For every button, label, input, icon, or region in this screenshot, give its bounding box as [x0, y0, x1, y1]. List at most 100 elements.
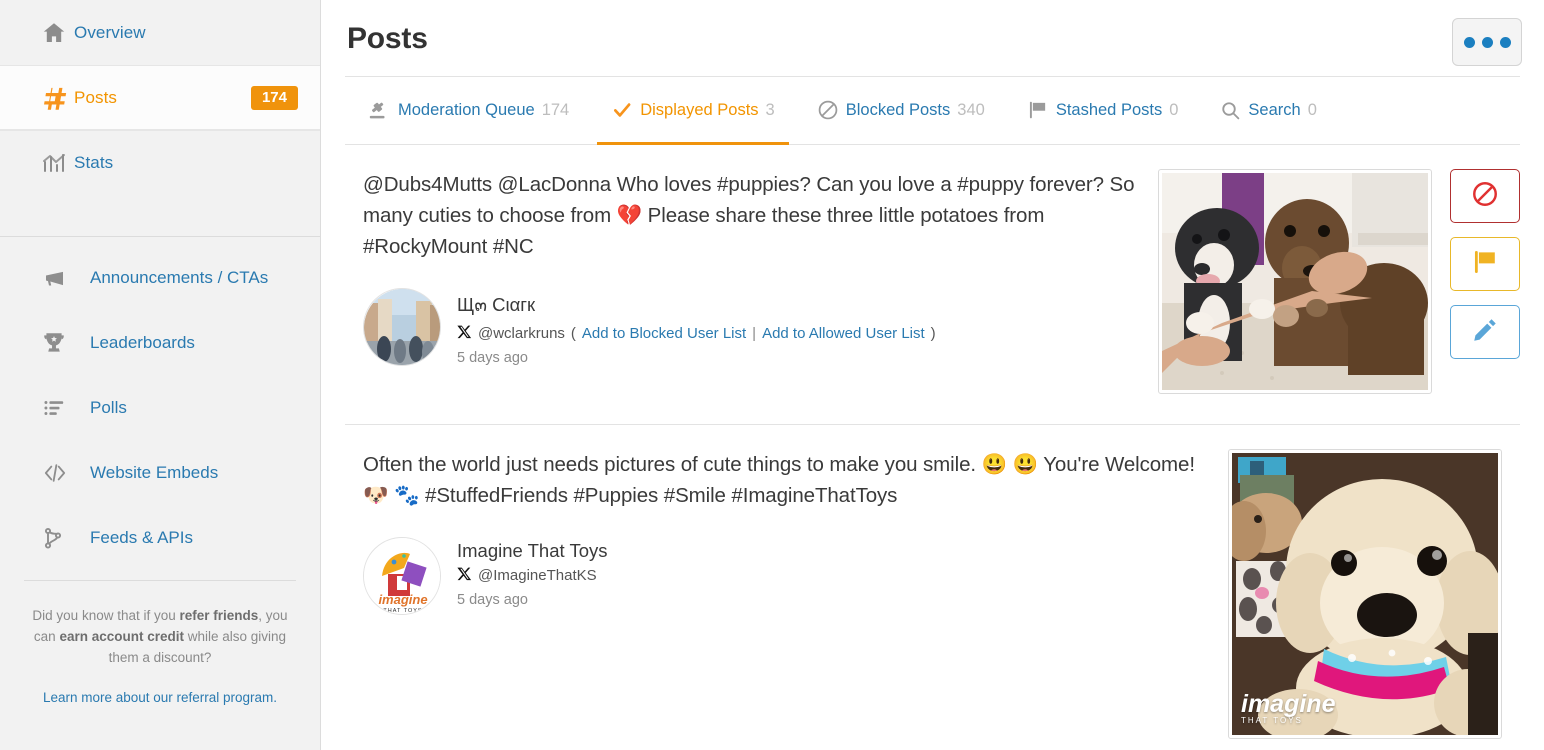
sidebar-item-feeds-apis[interactable]: Feeds & APIs	[0, 505, 320, 570]
sidebar-item-stats[interactable]: Stats	[0, 130, 320, 195]
sidebar-item-polls[interactable]: Polls	[0, 375, 320, 440]
tab-count: 340	[957, 100, 985, 119]
megaphone-icon	[40, 266, 90, 290]
sidebar-item-label: Leaderboards	[90, 332, 195, 352]
sidebar-item-posts[interactable]: Posts 174	[0, 65, 320, 130]
home-icon	[40, 21, 74, 45]
tab-count: 0	[1169, 100, 1179, 119]
dot-icon	[1481, 36, 1493, 48]
tab-count: 0	[1307, 100, 1317, 119]
author-name: Imagine That Toys	[457, 540, 608, 561]
post-media[interactable]	[1158, 169, 1432, 394]
tab-bar: Moderation Queue 174 Displayed Posts 3 B…	[345, 77, 1520, 145]
posts-list: @Dubs4Mutts @LacDonna Who loves #puppies…	[321, 145, 1544, 750]
tab-label: Stashed Posts	[1055, 100, 1163, 119]
post-text: Often the world just needs pictures of c…	[363, 453, 1195, 507]
app-root: Overview Posts 174 Stats Announcements /…	[0, 0, 1544, 750]
tab-blocked-posts[interactable]: Blocked Posts 340	[813, 76, 989, 144]
open-paren: (	[570, 325, 576, 342]
sidebar-item-overview[interactable]: Overview	[0, 0, 320, 65]
sidebar-item-announcements[interactable]: Announcements / CTAs	[0, 245, 320, 310]
handle-text: @wclarkruns	[478, 325, 565, 342]
referral-text-bold1: refer friends	[179, 608, 259, 623]
block-icon	[1471, 180, 1499, 213]
tab-moderation-queue[interactable]: Moderation Queue 174	[363, 76, 573, 144]
media-frame	[1158, 169, 1432, 394]
sidebar-item-label: Posts	[74, 87, 118, 107]
close-paren: )	[930, 325, 936, 342]
tab-label: Displayed Posts	[640, 100, 759, 119]
block-post-button[interactable]	[1450, 169, 1520, 223]
stuffed-dog-photo: imagine THAT TOYS	[1232, 453, 1498, 735]
sidebar-item-label: Polls	[90, 397, 127, 417]
sidebar-item-website-embeds[interactable]: Website Embeds	[0, 440, 320, 505]
handle-text: @ImagineThatKS	[478, 567, 597, 584]
trophy-icon	[40, 330, 90, 356]
sidebar-item-label: Stats	[74, 153, 114, 172]
tab-stashed-posts[interactable]: Stashed Posts 0	[1023, 76, 1183, 144]
referral-text-bold2: earn account credit	[59, 629, 184, 644]
sidebar-secondary-nav: Announcements / CTAs Leaderboards Polls …	[0, 237, 320, 570]
pencil-icon	[1471, 316, 1499, 349]
author-meta: Щ๓ Cιαгк @wclarkruns ( Add to Blocked Us…	[457, 288, 936, 366]
tab-search[interactable]: Search 0	[1216, 76, 1320, 144]
author-handle-row: @wclarkruns ( Add to Blocked User List |…	[457, 324, 936, 343]
main-content: Posts Moderation Queue 174 Displayed Pos…	[321, 0, 1544, 750]
post-timestamp: 5 days ago	[457, 592, 528, 608]
author-name: Щ๓ Cιαгк	[457, 294, 536, 315]
sidebar: Overview Posts 174 Stats Announcements /…	[0, 0, 321, 750]
x-logo-icon	[457, 324, 472, 343]
svg-text:THAT TOYS: THAT TOYS	[383, 608, 422, 614]
page-title: Posts	[347, 22, 428, 55]
post-text: @Dubs4Mutts @LacDonna Who loves #puppies…	[363, 173, 1135, 258]
tab-count: 3	[765, 100, 775, 119]
add-to-blocked-user-list-link[interactable]: Add to Blocked User List	[582, 325, 746, 342]
branch-icon	[40, 526, 90, 550]
referral-text: Did you know that if you refer friends, …	[24, 605, 296, 668]
tab-count: 174	[541, 100, 570, 119]
more-options-button[interactable]	[1452, 18, 1522, 66]
tab-displayed-posts[interactable]: Displayed Posts 3	[597, 76, 789, 145]
post-item: @Dubs4Mutts @LacDonna Who loves #puppies…	[345, 145, 1520, 425]
puppies-photo	[1162, 173, 1428, 390]
sidebar-item-label: Overview	[74, 22, 146, 42]
sidebar-item-label: Website Embeds	[90, 462, 219, 482]
link-divider: |	[752, 325, 757, 342]
hashtag-icon	[40, 85, 74, 111]
avatar[interactable]	[363, 288, 441, 366]
list-icon	[40, 397, 90, 419]
sidebar-item-label: Feeds & APIs	[90, 527, 193, 547]
sidebar-item-leaderboards[interactable]: Leaderboards	[0, 310, 320, 375]
tab-label: Moderation Queue	[398, 100, 535, 119]
flag-icon	[1027, 99, 1049, 121]
post-body: Often the world just needs pictures of c…	[363, 449, 1228, 615]
referral-text-part1: Did you know that if you	[32, 608, 180, 623]
flag-icon	[1471, 248, 1499, 281]
x-logo-icon	[457, 566, 472, 585]
dot-icon	[1463, 36, 1475, 48]
post-author: Щ๓ Cιαгк @wclarkruns ( Add to Blocked Us…	[363, 288, 1138, 366]
watermark-subtext: THAT TOYS	[1241, 716, 1303, 725]
tab-label: Search	[1248, 100, 1301, 119]
code-icon	[40, 462, 90, 484]
block-icon	[817, 99, 839, 121]
add-to-allowed-user-list-link[interactable]: Add to Allowed User List	[762, 325, 925, 342]
post-author: imagine THAT TOYS Imagine That Toys @Ima…	[363, 537, 1208, 615]
stash-post-button[interactable]	[1450, 237, 1520, 291]
post-media[interactable]: imagine THAT TOYS	[1228, 449, 1502, 739]
referral-program-link[interactable]: Learn more about our referral program.	[24, 690, 296, 705]
referral-promo: Did you know that if you refer friends, …	[24, 580, 296, 705]
sidebar-divider	[0, 195, 320, 237]
avatar[interactable]: imagine THAT TOYS	[363, 537, 441, 615]
dot-icon	[1499, 36, 1511, 48]
sidebar-primary-nav: Overview Posts 174 Stats	[0, 0, 320, 195]
post-item: Often the world just needs pictures of c…	[345, 425, 1520, 750]
edit-post-button[interactable]	[1450, 305, 1520, 359]
search-icon	[1220, 100, 1241, 121]
post-actions	[1450, 169, 1520, 359]
author-handle-row: @ImagineThatKS	[457, 566, 607, 585]
tab-label: Blocked Posts	[845, 100, 951, 119]
author-meta: Imagine That Toys @ImagineThatKS 5 days …	[457, 537, 607, 608]
watermark-text: imagine	[1241, 690, 1336, 718]
tabs-container: Moderation Queue 174 Displayed Posts 3 B…	[345, 76, 1520, 145]
